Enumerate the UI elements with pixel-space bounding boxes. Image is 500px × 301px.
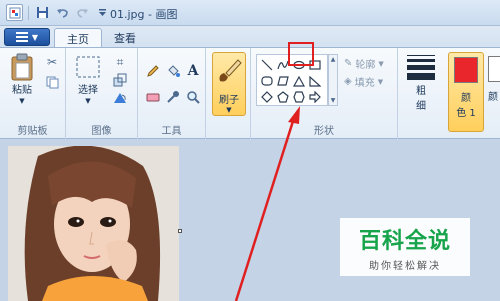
eraser-icon[interactable] (144, 88, 162, 106)
menu-icon (15, 32, 28, 42)
line-thickness-icon (407, 52, 435, 82)
select-label: 选择 (78, 85, 98, 96)
clipboard-icon (8, 52, 36, 82)
title-bar: 01.jpg - 画图 (0, 0, 500, 26)
pentagon-shape[interactable] (276, 90, 290, 104)
color2-button[interactable]: 颜 (488, 52, 500, 132)
crop-icon[interactable]: ⌗ (112, 54, 128, 70)
canvas-image[interactable] (8, 146, 179, 301)
chevron-down-icon: ▼ (377, 77, 384, 86)
color2-label: 颜 (488, 92, 498, 103)
clipboard-group: 粘贴 ▼ ✂ 剪贴板 (0, 48, 66, 140)
color1-button[interactable]: 颜 色 1 (448, 52, 484, 132)
undo-icon[interactable] (54, 4, 71, 21)
text-tool-icon[interactable]: A (184, 62, 202, 80)
watermark-sub: 助你轻松解决 (369, 260, 441, 272)
toolbar-separator (28, 5, 29, 20)
ribbon-tabs: ▼ 主页 查看 (0, 26, 500, 49)
color2-swatch (488, 56, 500, 82)
color1-swatch (454, 57, 478, 83)
brushes-button[interactable]: 刷子 ▼ (212, 52, 246, 116)
color-picker-icon[interactable] (164, 88, 182, 106)
fill-icon: ◈ (344, 76, 352, 87)
watermark-main: 百科全说 (358, 228, 451, 254)
shapes-scrollbar[interactable]: ▲ ▼ (328, 54, 338, 106)
magnifier-icon[interactable] (184, 88, 202, 106)
chevron-down-icon: ▼ (85, 97, 91, 105)
window-title: 01.jpg - 画图 (110, 8, 178, 21)
scroll-down-icon[interactable]: ▼ (331, 97, 336, 104)
polygon-shape[interactable] (276, 74, 290, 88)
diamond-shape[interactable] (260, 90, 274, 104)
brushes-label: 刷子 (219, 95, 239, 106)
fill-button[interactable]: ◈ 填充 ▼ (344, 74, 383, 89)
highlight-box (288, 42, 314, 66)
right-triangle-shape[interactable] (308, 74, 322, 88)
line-shape[interactable] (260, 58, 274, 72)
tools-group-label: 工具 (161, 126, 182, 137)
copy-icon[interactable] (44, 74, 60, 90)
ribbon: 粘贴 ▼ ✂ 剪贴板 选择 ▼ ⌗ 图像 A 工具 刷子 ▼ 形状 ▲ ▼ ✎ … (0, 47, 500, 140)
clipboard-group-label: 剪贴板 (17, 126, 48, 137)
shapes-group-label: 形状 (314, 126, 334, 137)
outline-icon: ✎ (344, 58, 353, 69)
paste-label: 粘贴 (12, 85, 32, 96)
color1-label-2: 色 1 (456, 108, 476, 119)
fill-label: 填充 (354, 78, 375, 89)
pencil-icon[interactable] (144, 62, 162, 80)
fill-bucket-icon[interactable] (164, 62, 182, 80)
redo-icon[interactable] (74, 4, 91, 21)
app-menu-button[interactable]: ▼ (4, 28, 50, 46)
cut-icon[interactable]: ✂ (44, 54, 60, 70)
tab-view[interactable]: 查看 (102, 28, 148, 48)
color1-label: 颜 (461, 93, 471, 104)
triangle-shape[interactable] (292, 74, 306, 88)
brush-icon (216, 57, 242, 88)
canvas-resize-handle[interactable] (178, 229, 182, 233)
tab-home[interactable]: 主页 (54, 28, 102, 49)
save-icon[interactable] (34, 4, 51, 21)
image-group: 选择 ▼ ⌗ 图像 (66, 48, 138, 140)
outline-label: 轮廓 (355, 60, 376, 71)
rounded-rectangle-shape[interactable] (260, 74, 274, 88)
chevron-down-icon: ▼ (19, 97, 25, 105)
chevron-down-icon: ▼ (226, 106, 232, 114)
paste-button[interactable]: 粘贴 ▼ (8, 52, 36, 105)
rotate-icon[interactable] (112, 90, 128, 106)
paint-app-icon[interactable] (6, 4, 23, 21)
arrow-shape[interactable] (308, 90, 322, 104)
resize-icon[interactable] (112, 72, 128, 88)
scroll-up-icon[interactable]: ▲ (331, 56, 336, 63)
select-icon (74, 52, 102, 82)
outline-button[interactable]: ✎ 轮廓 ▼ (344, 56, 384, 71)
size-label-2: 细 (416, 101, 426, 112)
quick-access-toolbar (6, 4, 111, 21)
size-label: 粗 (416, 86, 426, 97)
size-button[interactable]: 粗 细 (404, 52, 438, 112)
chevron-down-icon: ▼ (378, 59, 384, 68)
watermark: 百科全说 助你轻松解决 (340, 218, 470, 276)
select-button[interactable]: 选择 ▼ (74, 52, 102, 105)
hexagon-shape[interactable] (292, 90, 306, 104)
image-group-label: 图像 (91, 126, 112, 137)
chevron-down-icon: ▼ (31, 32, 39, 42)
tools-group: A 工具 (138, 48, 206, 140)
customize-icon[interactable] (94, 4, 111, 21)
